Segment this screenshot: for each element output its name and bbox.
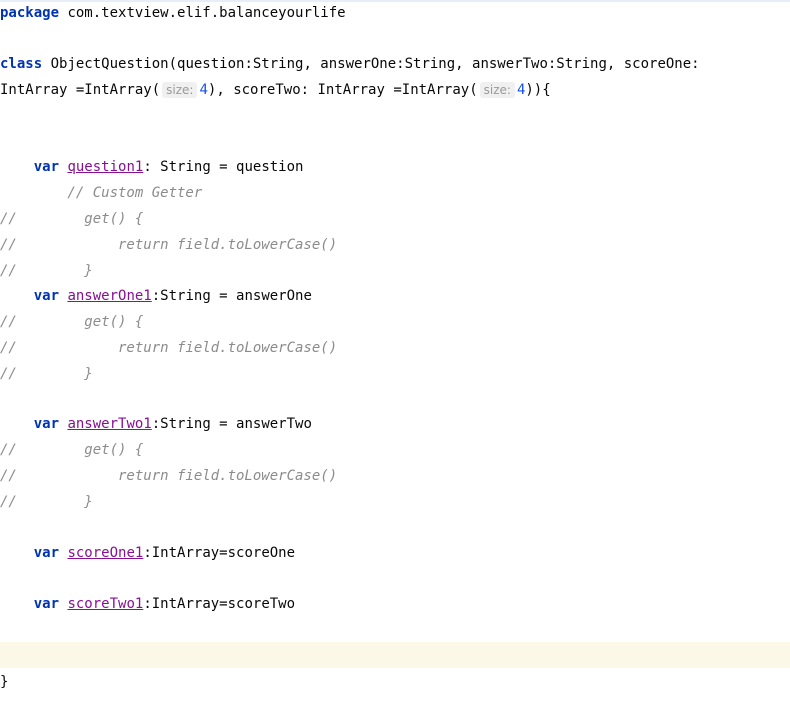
comment-marker: // xyxy=(0,494,17,510)
keyword: var xyxy=(33,545,60,561)
code-line-comment[interactable]: // get() { xyxy=(0,437,790,463)
code-line-comment[interactable]: // } xyxy=(0,489,790,515)
comment-text: // Custom Getter xyxy=(0,185,203,201)
keyword: package xyxy=(0,5,60,21)
code-line-comment[interactable]: // get() { xyxy=(0,206,790,232)
comment-text: return field.toLowerCase() xyxy=(16,237,338,253)
keyword: var xyxy=(33,159,60,175)
property-name[interactable]: answerOne1 xyxy=(67,288,151,304)
code-line-var-answerTwo1[interactable]: var answerTwo1:String = answerTwo xyxy=(0,411,790,437)
code-line-var-scoreTwo1[interactable]: var scoreTwo1:IntArray=scoreTwo xyxy=(0,591,790,617)
code-text: )){ xyxy=(525,82,551,98)
code-line-comment[interactable]: // } xyxy=(0,258,790,284)
comment-text: } xyxy=(16,366,93,382)
comment-text: get() { xyxy=(16,314,144,330)
code-text: :String = answerTwo xyxy=(151,416,312,432)
property-name[interactable]: scoreTwo1 xyxy=(67,596,143,612)
code-text: } xyxy=(0,674,9,690)
comment-text: get() { xyxy=(16,211,144,227)
code-text: :IntArray=scoreTwo xyxy=(143,596,296,612)
code-line-var-scoreOne1[interactable]: var scoreOne1:IntArray=scoreOne xyxy=(0,540,790,566)
code-editor[interactable]: package com.textview.elif.balanceyourlif… xyxy=(0,0,790,723)
code-line-closing-brace[interactable]: } xyxy=(0,669,790,695)
parameter-hint: size: xyxy=(162,82,198,98)
code-line-current-empty[interactable] xyxy=(0,642,790,668)
comment-text: } xyxy=(16,263,93,279)
code-line-comment[interactable]: // return field.toLowerCase() xyxy=(0,232,790,258)
comment-text: } xyxy=(16,494,93,510)
code-text: :IntArray=scoreOne xyxy=(143,545,296,561)
property-name[interactable]: question1 xyxy=(67,159,143,175)
parameter-hint: size: xyxy=(479,82,515,98)
keyword: var xyxy=(33,288,60,304)
keyword: class xyxy=(0,56,43,72)
keyword: var xyxy=(33,416,60,432)
code-text: ObjectQuestion(question:String, answerOn… xyxy=(42,56,700,72)
code-line-comment[interactable]: // return field.toLowerCase() xyxy=(0,463,790,489)
comment-marker: // xyxy=(0,442,17,458)
code-text: IntArray =IntArray( xyxy=(0,82,161,98)
code-text: com.textview.elif.balanceyourlife xyxy=(59,5,346,21)
comment-marker: // xyxy=(0,366,17,382)
comment-marker: // xyxy=(0,237,17,253)
code-text: : String = question xyxy=(143,159,304,175)
number-literal: 4 xyxy=(199,82,208,98)
code-line-comment[interactable]: // Custom Getter xyxy=(0,180,790,206)
code-line-package[interactable]: package com.textview.elif.balanceyourlif… xyxy=(0,0,790,26)
property-name[interactable]: answerTwo1 xyxy=(67,416,151,432)
comment-marker: // xyxy=(0,468,17,484)
code-text: ), scoreTwo: IntArray =IntArray( xyxy=(207,82,478,98)
property-name[interactable]: scoreOne1 xyxy=(67,545,143,561)
keyword: var xyxy=(33,596,60,612)
comment-text: return field.toLowerCase() xyxy=(16,468,338,484)
comment-text: get() { xyxy=(16,442,144,458)
code-text: :String = answerOne xyxy=(151,288,312,304)
code-line-class-declaration[interactable]: class ObjectQuestion(question:String, an… xyxy=(0,51,790,77)
code-line-class-params[interactable]: IntArray =IntArray(size: 4), scoreTwo: In… xyxy=(0,77,790,103)
comment-marker: // xyxy=(0,340,17,356)
code-line-comment[interactable]: // return field.toLowerCase() xyxy=(0,335,790,361)
code-line-comment[interactable]: // get() { xyxy=(0,309,790,335)
comment-marker: // xyxy=(0,314,17,330)
code-line-var-question1[interactable]: var question1: String = question xyxy=(0,154,790,180)
comment-text: return field.toLowerCase() xyxy=(16,340,338,356)
comment-marker: // xyxy=(0,263,17,279)
code-line-comment[interactable]: // } xyxy=(0,361,790,387)
code-line-var-answerOne1[interactable]: var answerOne1:String = answerOne xyxy=(0,283,790,309)
comment-marker: // xyxy=(0,211,17,227)
